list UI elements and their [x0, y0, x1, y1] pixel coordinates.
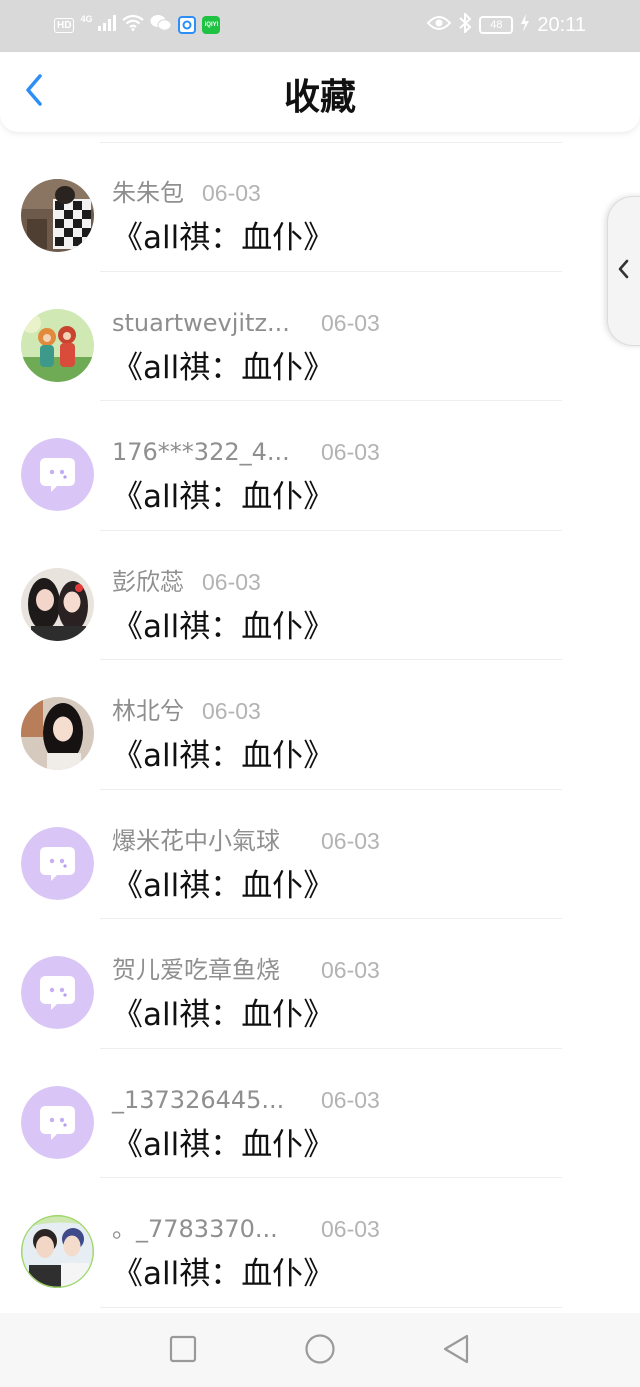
user-name: 爆米花中小氣球	[112, 826, 280, 855]
avatar[interactable]	[21, 308, 94, 382]
item-date: 06-03	[202, 568, 261, 595]
side-drawer-handle[interactable]	[607, 196, 640, 346]
iqiyi-icon: iQIYI	[202, 16, 221, 34]
app-header: 收藏	[0, 52, 640, 132]
item-date: 06-03	[321, 439, 380, 465]
system-navigation-bar	[0, 1313, 640, 1387]
list-item[interactable]: 彭欣蕊 06-03 《all祺：血仆》	[0, 531, 640, 660]
signal-icon	[98, 15, 117, 35]
list-item[interactable]: 爆米花中小氣球 06-03 《all祺：血仆》	[0, 790, 640, 919]
item-title: 《all祺：血仆》	[112, 1126, 335, 1163]
item-title: 《all祺：血仆》	[112, 867, 335, 904]
avatar[interactable]	[21, 179, 94, 252]
avatar[interactable]	[21, 567, 94, 641]
list-item[interactable]: stuartwevjitz... 06-03 《all祺：血仆》	[0, 272, 640, 401]
item-title: 《all祺：血仆》	[112, 479, 335, 515]
user-name: 林北兮	[112, 697, 184, 725]
item-title: 《all祺：血仆》	[112, 1256, 335, 1292]
item-title: 《all祺：血仆》	[112, 220, 335, 256]
avatar[interactable]	[21, 1085, 94, 1159]
status-bar-right: 48 20:11	[427, 11, 586, 38]
status-bar-left: HD 4G iQIYI	[54, 14, 221, 36]
eye-icon	[427, 15, 452, 35]
list-item[interactable]: 。_7783370... 06-03 《all祺：血仆》	[0, 1178, 640, 1308]
list-item[interactable]: 176***322_4... 06-03 《all祺：血仆》	[0, 401, 640, 531]
bluetooth-icon	[459, 11, 472, 37]
user-name: 朱朱包	[112, 179, 184, 207]
user-name: 176***322_4...	[112, 438, 290, 466]
avatar[interactable]	[21, 438, 94, 511]
clock: 20:11	[537, 14, 586, 36]
item-title: 《all祺：血仆》	[112, 349, 335, 386]
avatar[interactable]	[21, 956, 94, 1029]
list-item[interactable]: 林北兮 06-03 《all祺：血仆》	[0, 660, 640, 790]
wifi-icon	[122, 14, 145, 35]
battery-icon: 48	[479, 16, 514, 34]
item-title: 《all祺：血仆》	[112, 738, 335, 774]
charging-icon	[521, 14, 530, 36]
avatar[interactable]	[21, 697, 94, 770]
user-name: 贺儿爱吃章鱼烧	[112, 956, 280, 984]
recents-button[interactable]	[167, 1335, 199, 1367]
page-title: 收藏	[283, 77, 356, 118]
user-name: _137326445...	[112, 1085, 285, 1114]
item-date: 06-03	[321, 1086, 380, 1113]
app-notification-icon	[178, 16, 197, 34]
circle-icon	[304, 1333, 336, 1369]
chevron-left-icon	[616, 258, 630, 284]
list-item[interactable]: 贺儿爱吃章鱼烧 06-03 《all祺：血仆》	[0, 919, 640, 1049]
item-date: 06-03	[321, 827, 380, 854]
avatar[interactable]	[21, 1215, 94, 1288]
item-date: 06-03	[202, 180, 261, 206]
avatar[interactable]	[21, 826, 94, 900]
item-date: 06-03	[321, 957, 380, 983]
divider	[100, 1306, 562, 1308]
user-name: stuartwevjitz...	[112, 308, 290, 337]
triangle-left-icon	[441, 1333, 471, 1369]
status-bar: HD 4G iQIYI 48 20:11	[0, 0, 640, 52]
user-name: 。_7783370...	[112, 1215, 278, 1243]
wechat-icon	[150, 14, 172, 36]
user-name: 彭欣蕊	[112, 567, 184, 596]
item-date: 06-03	[321, 1216, 380, 1242]
hd-badge: HD	[54, 17, 75, 33]
network-type: 4G	[80, 14, 93, 24]
item-title: 《all祺：血仆》	[112, 608, 335, 645]
item-date: 06-03	[202, 698, 261, 724]
list-item[interactable]: _137326445... 06-03 《all祺：血仆》	[0, 1049, 640, 1178]
home-button[interactable]	[304, 1333, 336, 1369]
list-item[interactable]: 朱朱包 06-03 《all祺：血仆》	[0, 142, 640, 272]
item-title: 《all祺：血仆》	[112, 997, 335, 1033]
item-date: 06-03	[321, 309, 380, 336]
square-icon	[169, 1335, 197, 1367]
system-back-button[interactable]	[440, 1333, 472, 1369]
